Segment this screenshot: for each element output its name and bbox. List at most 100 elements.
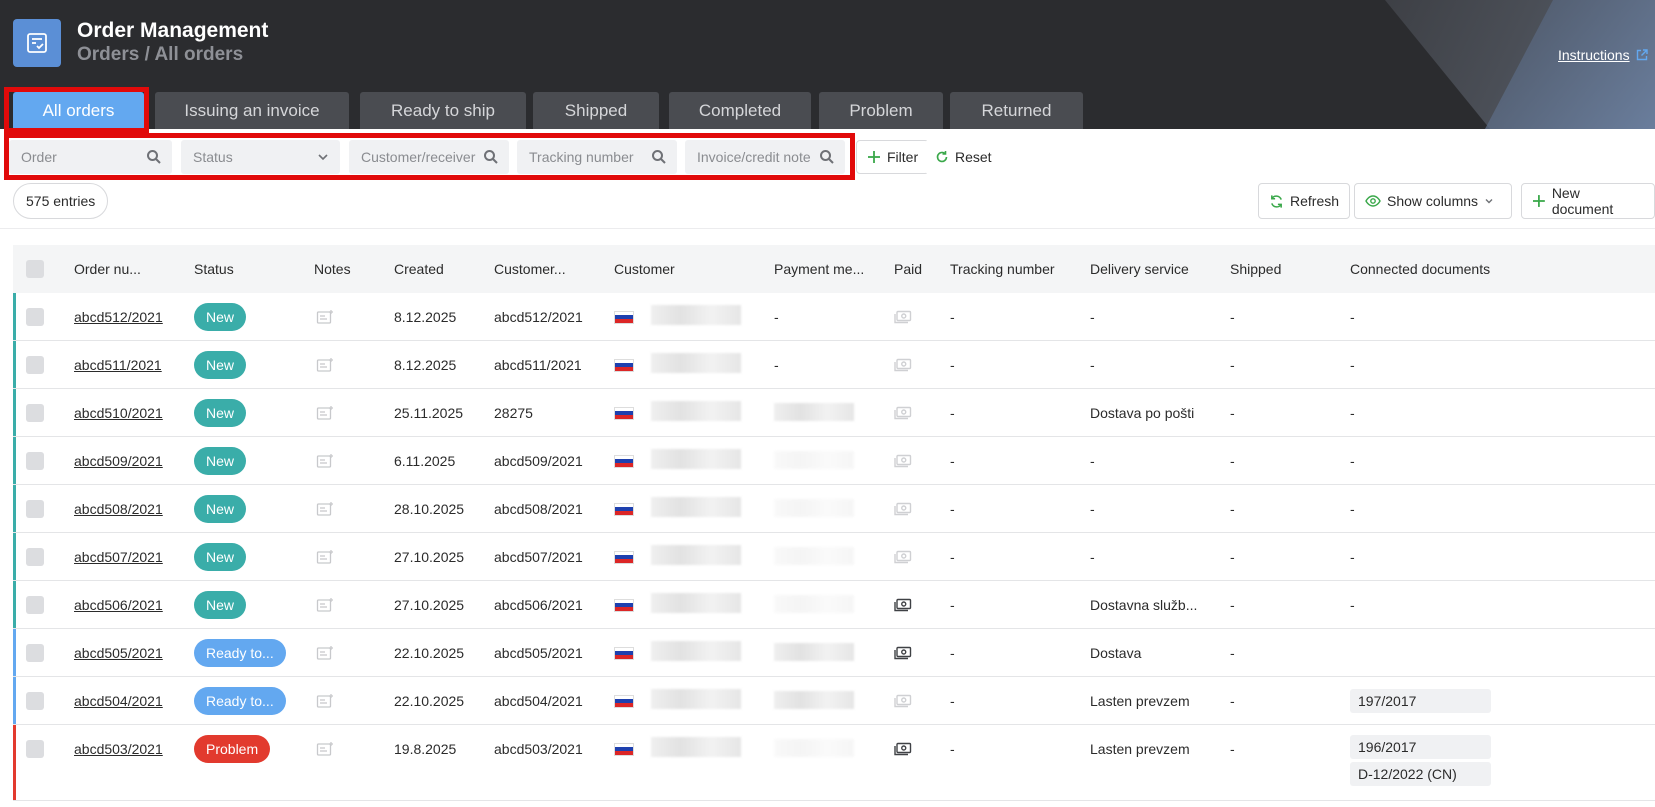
column-header-shipped[interactable]: Shipped — [1230, 245, 1281, 293]
order-link[interactable]: abcd507/2021 — [74, 549, 163, 565]
table-row[interactable]: abcd508/2021 New 28.10.2025 abcd508/2021 - - -… — [13, 485, 1655, 533]
table-row[interactable]: abcd506/2021 New 27.10.2025 abcd506/2021 - Do… — [13, 581, 1655, 629]
checkbox[interactable] — [26, 308, 44, 326]
column-header-paid[interactable]: Paid — [894, 245, 922, 293]
checkbox[interactable] — [26, 404, 44, 422]
notes-cell[interactable] — [316, 389, 334, 437]
created-date: 27.10.2025 — [394, 597, 465, 613]
connected-document-link[interactable]: 196/2017 — [1350, 735, 1491, 759]
row-checkbox[interactable] — [26, 485, 44, 533]
row-status-bar — [13, 581, 16, 628]
table-row[interactable]: abcd504/2021 Ready to... 22.10.2025 abcd504… — [13, 677, 1655, 725]
row-checkbox[interactable] — [26, 437, 44, 485]
order-link[interactable]: abcd503/2021 — [74, 741, 163, 757]
tab-problem[interactable]: Problem — [819, 92, 943, 129]
order-link[interactable]: abcd510/2021 — [74, 405, 163, 421]
table-row[interactable]: abcd509/2021 New 6.11.2025 abcd509/2021 - - - - — [13, 437, 1655, 485]
connected-document-link[interactable]: D-12/2022 (CN) — [1350, 762, 1491, 786]
created-date: 19.8.2025 — [394, 741, 457, 757]
status-badge: New — [194, 447, 247, 475]
row-checkbox[interactable] — [26, 725, 44, 773]
column-header-order[interactable]: Order nu... — [74, 245, 141, 293]
customer-name-redacted — [651, 497, 741, 517]
row-checkbox[interactable] — [26, 389, 44, 437]
invoice-search-input[interactable]: Invoice/credit note — [685, 140, 845, 174]
checkbox[interactable] — [26, 356, 44, 374]
order-search-input[interactable]: Order — [9, 140, 172, 174]
table-row[interactable]: abcd503/2021 Problem 19.8.2025 abcd503/2021… — [13, 725, 1655, 801]
tracking-search-input[interactable]: Tracking number — [517, 140, 677, 174]
notes-cell[interactable] — [316, 677, 334, 725]
order-link[interactable]: abcd508/2021 — [74, 501, 163, 517]
table-row[interactable]: abcd512/2021 New 8.12.2025 abcd512/2021 - - - -… — [13, 293, 1655, 341]
row-checkbox[interactable] — [26, 293, 44, 341]
order-link[interactable]: abcd506/2021 — [74, 597, 163, 613]
show-columns-button[interactable]: Show columns — [1354, 183, 1512, 219]
row-checkbox[interactable] — [26, 581, 44, 629]
checkbox[interactable] — [26, 692, 44, 710]
notes-cell[interactable] — [316, 437, 334, 485]
chevron-down-icon — [318, 154, 328, 161]
customer-search-input[interactable]: Customer/receiver — [349, 140, 509, 174]
connected-document-link[interactable]: 197/2017 — [1350, 689, 1491, 713]
notes-cell[interactable] — [316, 533, 334, 581]
tab-all-orders[interactable]: All orders — [13, 92, 144, 129]
checkbox[interactable] — [26, 500, 44, 518]
order-link[interactable]: abcd505/2021 — [74, 645, 163, 661]
row-checkbox[interactable] — [26, 341, 44, 389]
notes-cell[interactable] — [316, 581, 334, 629]
checkbox[interactable] — [26, 548, 44, 566]
order-link[interactable]: abcd504/2021 — [74, 693, 163, 709]
column-header-connected-documents[interactable]: Connected documents — [1350, 245, 1490, 293]
column-header-notes[interactable]: Notes — [314, 245, 351, 293]
table-row[interactable]: abcd505/2021 Ready to... 22.10.2025 abcd505… — [13, 629, 1655, 677]
customer-number: abcd503/2021 — [494, 741, 583, 757]
shipped: - — [1230, 693, 1235, 709]
tab-shipped[interactable]: Shipped — [533, 92, 659, 129]
tracking-number: - — [950, 501, 955, 517]
order-link[interactable]: abcd511/2021 — [74, 357, 162, 373]
new-document-button[interactable]: New document — [1521, 183, 1655, 219]
refresh-button[interactable]: Refresh — [1258, 183, 1351, 219]
column-header-tracking-number[interactable]: Tracking number — [950, 245, 1055, 293]
row-checkbox[interactable] — [26, 533, 44, 581]
row-checkbox[interactable] — [26, 677, 44, 725]
column-header-customer[interactable]: Customer — [614, 245, 675, 293]
select-all-checkbox[interactable] — [26, 245, 44, 293]
notes-cell[interactable] — [316, 629, 334, 677]
table-row[interactable]: abcd511/2021 New 8.12.2025 abcd511/2021 - - - -… — [13, 341, 1655, 389]
tab-issuing-an-invoice[interactable]: Issuing an invoice — [155, 92, 349, 129]
checkbox[interactable] — [26, 644, 44, 662]
tab-ready-to-ship[interactable]: Ready to ship — [360, 92, 526, 129]
notes-cell[interactable] — [316, 341, 334, 389]
order-link[interactable]: abcd509/2021 — [74, 453, 163, 469]
status-cell: New — [194, 389, 247, 437]
tab-returned[interactable]: Returned — [950, 92, 1083, 129]
column-header-customer-number[interactable]: Customer... — [494, 245, 566, 293]
table-row[interactable]: abcd507/2021 New 27.10.2025 abcd507/2021 - - -… — [13, 533, 1655, 581]
checkbox[interactable] — [26, 740, 44, 758]
tracking-placeholder: Tracking number — [529, 149, 634, 165]
instructions-link[interactable]: Instructions — [1558, 47, 1648, 63]
filter-button[interactable]: Filter — [856, 140, 930, 174]
column-header-delivery-service[interactable]: Delivery service — [1090, 245, 1189, 293]
status-select[interactable]: Status — [181, 140, 340, 174]
order-link[interactable]: abcd512/2021 — [74, 309, 163, 325]
tab-completed[interactable]: Completed — [669, 92, 811, 129]
breadcrumb: Orders / All orders — [77, 44, 244, 65]
checkbox[interactable] — [26, 452, 44, 470]
column-header-status[interactable]: Status — [194, 245, 234, 293]
reset-button[interactable]: Reset — [925, 140, 1002, 174]
notes-cell[interactable] — [316, 725, 334, 773]
payment-method-redacted — [774, 739, 854, 757]
column-header-created[interactable]: Created — [394, 245, 444, 293]
notes-cell[interactable] — [316, 293, 334, 341]
table-row[interactable]: abcd510/2021 New 25.11.2025 28275 - Dostava p… — [13, 389, 1655, 437]
checkbox[interactable] — [26, 596, 44, 614]
delivery-service: Lasten prevzem — [1090, 693, 1190, 709]
customer-cell — [614, 533, 634, 581]
note-icon — [316, 550, 333, 564]
notes-cell[interactable] — [316, 485, 334, 533]
column-header-payment-method[interactable]: Payment me... — [774, 245, 864, 293]
row-checkbox[interactable] — [26, 629, 44, 677]
